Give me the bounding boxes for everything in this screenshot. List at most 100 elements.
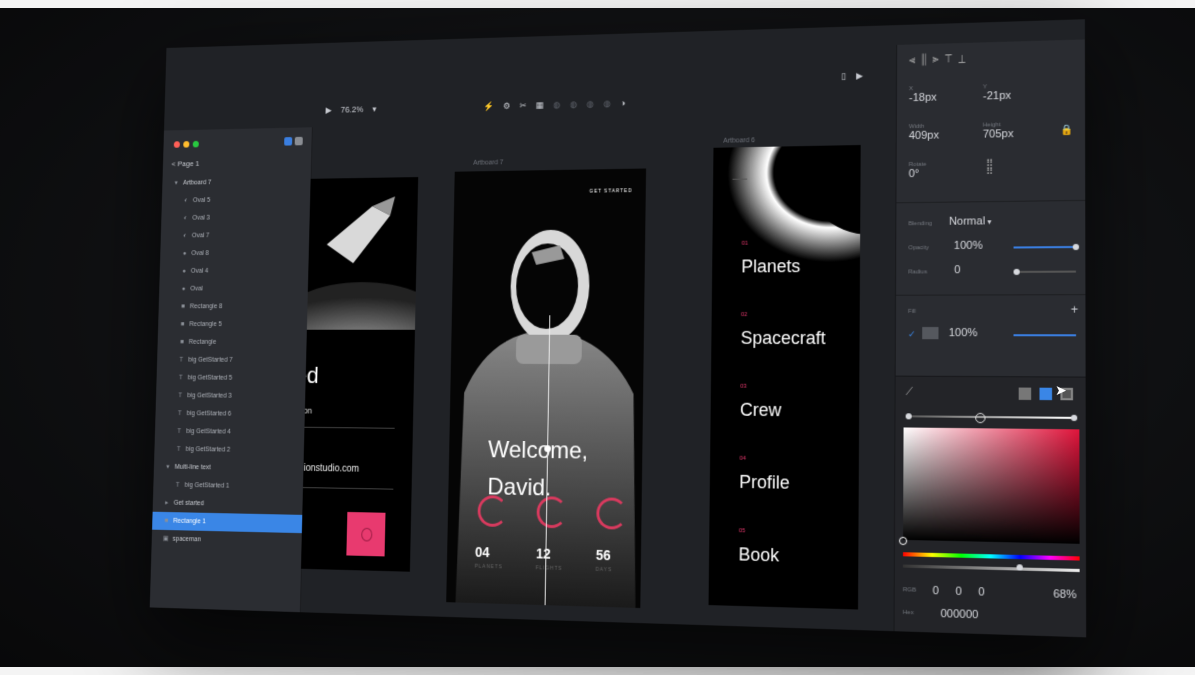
lightning-icon[interactable]: ⚡	[483, 101, 493, 112]
layer-item[interactable]: ◐ Oval 7	[161, 226, 310, 245]
select-tool-icon[interactable]: ▶	[325, 105, 331, 115]
prototype-link-handle[interactable]	[544, 445, 551, 453]
layers-view-icon[interactable]	[284, 137, 293, 146]
width-field[interactable]: Width 409px	[909, 124, 939, 142]
gradient-stop-start[interactable]	[905, 413, 912, 420]
fill-checkbox[interactable]: ✓	[908, 329, 916, 340]
chevron-down-icon[interactable]: ▾	[372, 104, 376, 114]
layer-item[interactable]: ■ Rectangle 5	[158, 316, 307, 334]
mask-icon[interactable]: ◑	[620, 98, 625, 108]
layer-item[interactable]: Tbig GetStarted 2	[154, 440, 304, 460]
artboard-partial[interactable]: ed on visionstudio.com	[300, 177, 419, 572]
layer-label: Oval 8	[191, 250, 209, 257]
lock-icon[interactable]: 🔒	[1060, 125, 1073, 136]
color-selector-knob[interactable]	[898, 536, 908, 546]
boolean-exclude-icon[interactable]: ◍	[603, 98, 611, 109]
layer-item[interactable]: ◐ Oval 5	[162, 190, 311, 210]
scissors-icon[interactable]: ✂	[520, 100, 527, 111]
solid-fill-icon[interactable]	[1018, 387, 1032, 400]
menu-item[interactable]: Profile	[739, 472, 790, 494]
play-icon[interactable]: ▶	[856, 70, 863, 81]
radius-value[interactable]: 0	[954, 264, 960, 276]
layer-tools	[284, 136, 303, 146]
boolean-intersect-icon[interactable]: ◍	[586, 98, 594, 109]
boolean-subtract-icon[interactable]: ◍	[570, 99, 578, 110]
x-field[interactable]: X -18px	[909, 86, 937, 104]
gear-icon[interactable]: ⚙	[503, 100, 511, 111]
page-selector[interactable]: < Page 1	[171, 159, 199, 168]
assets-view-icon[interactable]	[294, 136, 303, 146]
stat-value: 12	[535, 545, 551, 562]
red-value[interactable]: 0	[933, 585, 939, 598]
rotate-field[interactable]: Rotate 0°	[909, 162, 927, 180]
layer-item[interactable]: ■ Rectangle	[157, 333, 306, 351]
menu-item[interactable]: Crew	[740, 400, 782, 421]
layer-item[interactable]: ▣ spaceman	[152, 530, 302, 552]
hue-slider[interactable]	[903, 552, 1080, 561]
minimize-icon[interactable]	[183, 141, 190, 148]
maximize-icon[interactable]	[192, 140, 199, 148]
align-right-icon[interactable]: ⫸	[932, 53, 944, 65]
alpha-slider-knob[interactable]	[1016, 564, 1023, 571]
blending-select[interactable]: Normal	[949, 215, 985, 228]
radius-slider[interactable]	[1013, 270, 1076, 273]
layer-type-icon: ■	[164, 517, 169, 525]
hex-value[interactable]: 000000	[940, 608, 978, 622]
align-top-icon[interactable]: ⊤	[945, 53, 958, 65]
device-icon[interactable]: ▯	[841, 71, 846, 82]
blending-row: Blending Normal ▾	[908, 215, 992, 228]
gradient-stop-bar[interactable]	[907, 415, 1074, 419]
layer-item[interactable]: Tbig GetStarted 3	[156, 387, 306, 406]
get-started-link[interactable]: GET STARTED	[589, 188, 632, 194]
layer-item[interactable]: ◐ Oval 3	[161, 208, 310, 228]
height-field[interactable]: Height 705px	[983, 122, 1014, 140]
green-value[interactable]: 0	[955, 585, 961, 598]
artboard-menu[interactable]: 01 Planets 02 Spacecraft 03 Crew 04 Profile 05 Bo…	[708, 145, 861, 610]
layer-item[interactable]: Tbig GetStarted 6	[155, 404, 305, 423]
layer-item[interactable]: ● Oval 8	[160, 244, 309, 263]
menu-item[interactable]: Planets	[741, 256, 800, 277]
layer-item[interactable]: Tbig GetStarted 7	[157, 351, 306, 369]
layer-item[interactable]: ● Oval	[159, 280, 308, 298]
linear-gradient-icon[interactable]	[1039, 387, 1053, 401]
divider	[896, 294, 1087, 296]
fill-opacity-slider[interactable]	[1013, 334, 1077, 337]
fingerprint-button[interactable]	[346, 511, 386, 557]
layer-item[interactable]: Tbig GetStarted 4	[155, 422, 305, 442]
opacity-slider-knob[interactable]	[1072, 243, 1080, 251]
layer-item[interactable]: Tbig GetStarted 5	[156, 369, 306, 388]
blue-value[interactable]: 0	[978, 586, 984, 599]
gradient-midpoint[interactable]	[975, 412, 986, 424]
fill-swatch[interactable]	[922, 327, 939, 340]
layer-type-icon: ●	[181, 285, 186, 293]
alpha-slider[interactable]	[902, 564, 1080, 573]
alpha-value[interactable]: 68%	[1053, 588, 1076, 601]
gradient-stop-end[interactable]	[1070, 414, 1078, 422]
menu-item[interactable]: Book	[738, 544, 779, 566]
resize-anchor-icon[interactable]: ⠿ ⠿	[986, 159, 996, 178]
align-left-icon[interactable]: ⫷	[909, 54, 921, 66]
artboard-welcome[interactable]: GET STARTED Welcome, David. 04 12 56 PLA…	[446, 168, 647, 609]
align-middle-icon[interactable]: ⊥	[958, 53, 971, 65]
menu-item[interactable]: Spacecraft	[741, 328, 826, 349]
opacity-slider[interactable]	[1013, 245, 1076, 249]
layer-item[interactable]: ● Oval 4	[160, 262, 309, 281]
eyedropper-icon[interactable]: ⟋	[906, 387, 913, 398]
add-fill-icon[interactable]: +	[1071, 302, 1078, 316]
y-value: -21px	[982, 89, 1012, 103]
zoom-level[interactable]: 76.2%	[341, 105, 364, 115]
layer-item[interactable]: ▾ Artboard 7	[162, 172, 311, 192]
grid-icon[interactable]: ▦	[536, 100, 544, 111]
align-center-icon[interactable]: ⫼	[921, 54, 932, 66]
layer-item[interactable]: ■ Rectangle 8	[158, 298, 307, 316]
opacity-value[interactable]: 100%	[954, 240, 983, 252]
boolean-union-icon[interactable]: ◍	[553, 99, 560, 110]
y-field[interactable]: Y -21px	[982, 84, 1012, 103]
close-icon[interactable]	[173, 141, 180, 148]
layer-type-icon: ◐	[183, 215, 188, 222]
saturation-brightness-field[interactable]	[903, 427, 1080, 544]
radius-slider-knob[interactable]	[1013, 268, 1020, 275]
fill-opacity[interactable]: 100%	[949, 327, 978, 339]
layer-label: Oval 7	[191, 232, 210, 240]
layer-type-icon: ▣	[162, 535, 169, 543]
